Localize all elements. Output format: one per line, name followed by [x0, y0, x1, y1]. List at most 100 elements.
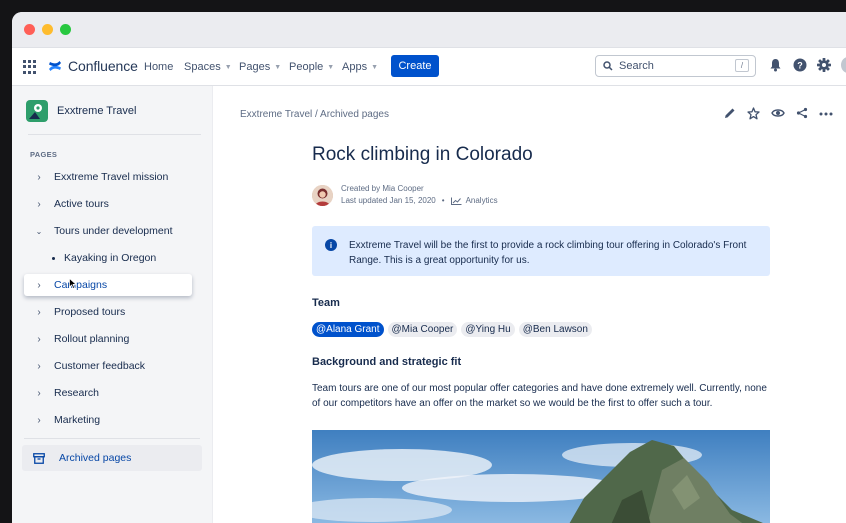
- info-panel-text: Exxtreme Travel will be the first to pro…: [349, 240, 747, 266]
- chevron-down-icon: ▼: [327, 63, 335, 71]
- nav-apps-label: Apps: [342, 61, 368, 73]
- nav-apps[interactable]: Apps ▼: [342, 61, 378, 73]
- user-mention[interactable]: @Ying Hu: [461, 322, 515, 337]
- search-icon: [603, 61, 613, 71]
- byline: Created by Mia Cooper Last updated Jan 1…: [312, 183, 498, 207]
- sidebar-item-customer-feedback[interactable]: › Customer feedback: [12, 355, 213, 377]
- chevron-down-icon: ▼: [224, 63, 232, 71]
- page-content: Exxtreme Travel / Archived pages Rock cl…: [214, 86, 846, 523]
- search-shortcut-hint: /: [735, 59, 749, 72]
- nav-pages-label: Pages: [239, 61, 271, 73]
- background-heading: Background and strategic fit: [312, 356, 462, 368]
- last-updated-row: Last updated Jan 15, 2020 • Analytics: [341, 195, 498, 207]
- maximize-window-button[interactable]: [60, 24, 71, 35]
- settings-gear-icon[interactable]: [817, 58, 831, 77]
- space-name: Exxtreme Travel: [57, 105, 137, 117]
- sidebar-item-label: Rollout planning: [54, 333, 130, 345]
- nav-people-label: People: [289, 61, 324, 73]
- separator-dot: •: [441, 196, 445, 205]
- nav-people[interactable]: People ▼: [289, 61, 334, 73]
- chevron-right-icon[interactable]: ›: [34, 388, 44, 399]
- nav-pages[interactable]: Pages ▼: [239, 61, 281, 73]
- nav-home-label: Home: [144, 61, 174, 73]
- analytics-link[interactable]: Analytics: [466, 195, 498, 207]
- chevron-right-icon[interactable]: ›: [34, 199, 44, 210]
- user-mention[interactable]: @Ben Lawson: [518, 322, 592, 337]
- chevron-right-icon[interactable]: ›: [34, 415, 44, 426]
- mouse-cursor-icon: [69, 278, 77, 289]
- chevron-right-icon[interactable]: ›: [34, 172, 44, 183]
- profile-avatar[interactable]: [841, 57, 846, 73]
- sidebar-item-exxtreme-travel-mission[interactable]: › Exxtreme Travel mission: [12, 166, 213, 188]
- nav-spaces-label: Spaces: [184, 61, 221, 73]
- create-button[interactable]: Create: [391, 55, 439, 77]
- confluence-logo[interactable]: Confluence: [48, 58, 138, 74]
- search-input[interactable]: Search /: [595, 55, 756, 77]
- title-bar: [12, 12, 846, 48]
- app-switcher-icon[interactable]: [23, 60, 37, 74]
- page-meta: Created by Mia Cooper Last updated Jan 1…: [341, 183, 498, 207]
- sidebar-item-label: Proposed tours: [54, 306, 126, 318]
- app-name: Confluence: [68, 58, 138, 74]
- chevron-down-icon: ▼: [371, 63, 379, 71]
- help-icon[interactable]: ?: [793, 58, 807, 77]
- edit-pencil-icon[interactable]: [724, 107, 736, 120]
- divider: [24, 438, 200, 439]
- nav-spaces[interactable]: Spaces ▼: [184, 61, 232, 73]
- top-navigation: Confluence Home Spaces ▼ Pages ▼ People ▼ A…: [12, 48, 846, 86]
- chevron-right-icon[interactable]: ›: [34, 361, 44, 372]
- sidebar-item-marketing[interactable]: › Marketing: [12, 409, 213, 431]
- info-icon: i: [325, 239, 337, 251]
- chevron-right-icon[interactable]: ›: [34, 280, 44, 291]
- svg-text:?: ?: [797, 61, 803, 71]
- app-window: Confluence Home Spaces ▼ Pages ▼ People ▼ A…: [12, 12, 846, 523]
- sidebar-item-kayaking-in-oregon[interactable]: Kayaking in Oregon: [12, 247, 213, 269]
- sidebar-item-label: Research: [54, 387, 99, 399]
- search-placeholder: Search: [619, 60, 654, 72]
- sidebar-item-tours-under-development[interactable]: ⌄ Tours under development: [12, 220, 213, 242]
- chevron-down-icon: ▼: [274, 63, 282, 71]
- pages-section-label: PAGES: [30, 150, 58, 159]
- divider: [28, 134, 201, 135]
- bullet-icon: [52, 256, 55, 260]
- star-icon[interactable]: [747, 107, 760, 120]
- sidebar-item-label: Customer feedback: [54, 360, 146, 372]
- archived-pages-link[interactable]: Archived pages: [22, 445, 202, 471]
- archived-pages-label: Archived pages: [59, 452, 132, 464]
- hero-image: [312, 430, 770, 523]
- chevron-down-icon[interactable]: ⌄: [34, 227, 44, 236]
- last-updated: Last updated Jan 15, 2020: [341, 196, 436, 205]
- sidebar-item-label: Tours under development: [54, 225, 173, 237]
- sidebar-item-label: Kayaking in Oregon: [64, 252, 157, 264]
- sidebar-item-proposed-tours[interactable]: › Proposed tours: [12, 301, 213, 323]
- sidebar-item-campaigns[interactable]: › Campaigns: [24, 274, 192, 296]
- chevron-right-icon[interactable]: ›: [34, 307, 44, 318]
- sidebar-item-label: Active tours: [54, 198, 109, 210]
- info-panel: i Exxtreme Travel will be the first to p…: [312, 226, 770, 276]
- user-mention[interactable]: @Mia Cooper: [387, 322, 458, 337]
- archive-icon: [33, 452, 45, 464]
- sidebar-item-label: Exxtreme Travel mission: [54, 171, 169, 183]
- chevron-right-icon[interactable]: ›: [34, 334, 44, 345]
- space-avatar: [26, 100, 48, 122]
- author-avatar[interactable]: [312, 184, 333, 206]
- nav-home[interactable]: Home: [144, 61, 173, 73]
- more-actions-icon[interactable]: [819, 107, 833, 120]
- sidebar-item-label: Marketing: [54, 414, 101, 426]
- background-paragraph: Team tours are one of our most popular o…: [312, 383, 767, 409]
- watch-eye-icon[interactable]: [771, 107, 785, 120]
- confluence-logo-icon: [49, 61, 61, 71]
- close-window-button[interactable]: [24, 24, 35, 35]
- space-header[interactable]: Exxtreme Travel: [26, 100, 136, 122]
- team-mentions: @Alana Grant @Mia Cooper @Ying Hu @Ben L…: [312, 322, 596, 337]
- sidebar-item-active-tours[interactable]: › Active tours: [12, 193, 213, 215]
- share-icon[interactable]: [796, 107, 808, 120]
- breadcrumb[interactable]: Exxtreme Travel / Archived pages: [240, 109, 389, 120]
- sidebar-item-research[interactable]: › Research: [12, 382, 213, 404]
- notifications-bell-icon[interactable]: [769, 58, 782, 77]
- page-title: Rock climbing in Colorado: [312, 144, 533, 165]
- page-actions: [724, 107, 844, 120]
- user-mention[interactable]: @Alana Grant: [312, 322, 384, 337]
- sidebar-item-rollout-planning[interactable]: › Rollout planning: [12, 328, 213, 350]
- minimize-window-button[interactable]: [42, 24, 53, 35]
